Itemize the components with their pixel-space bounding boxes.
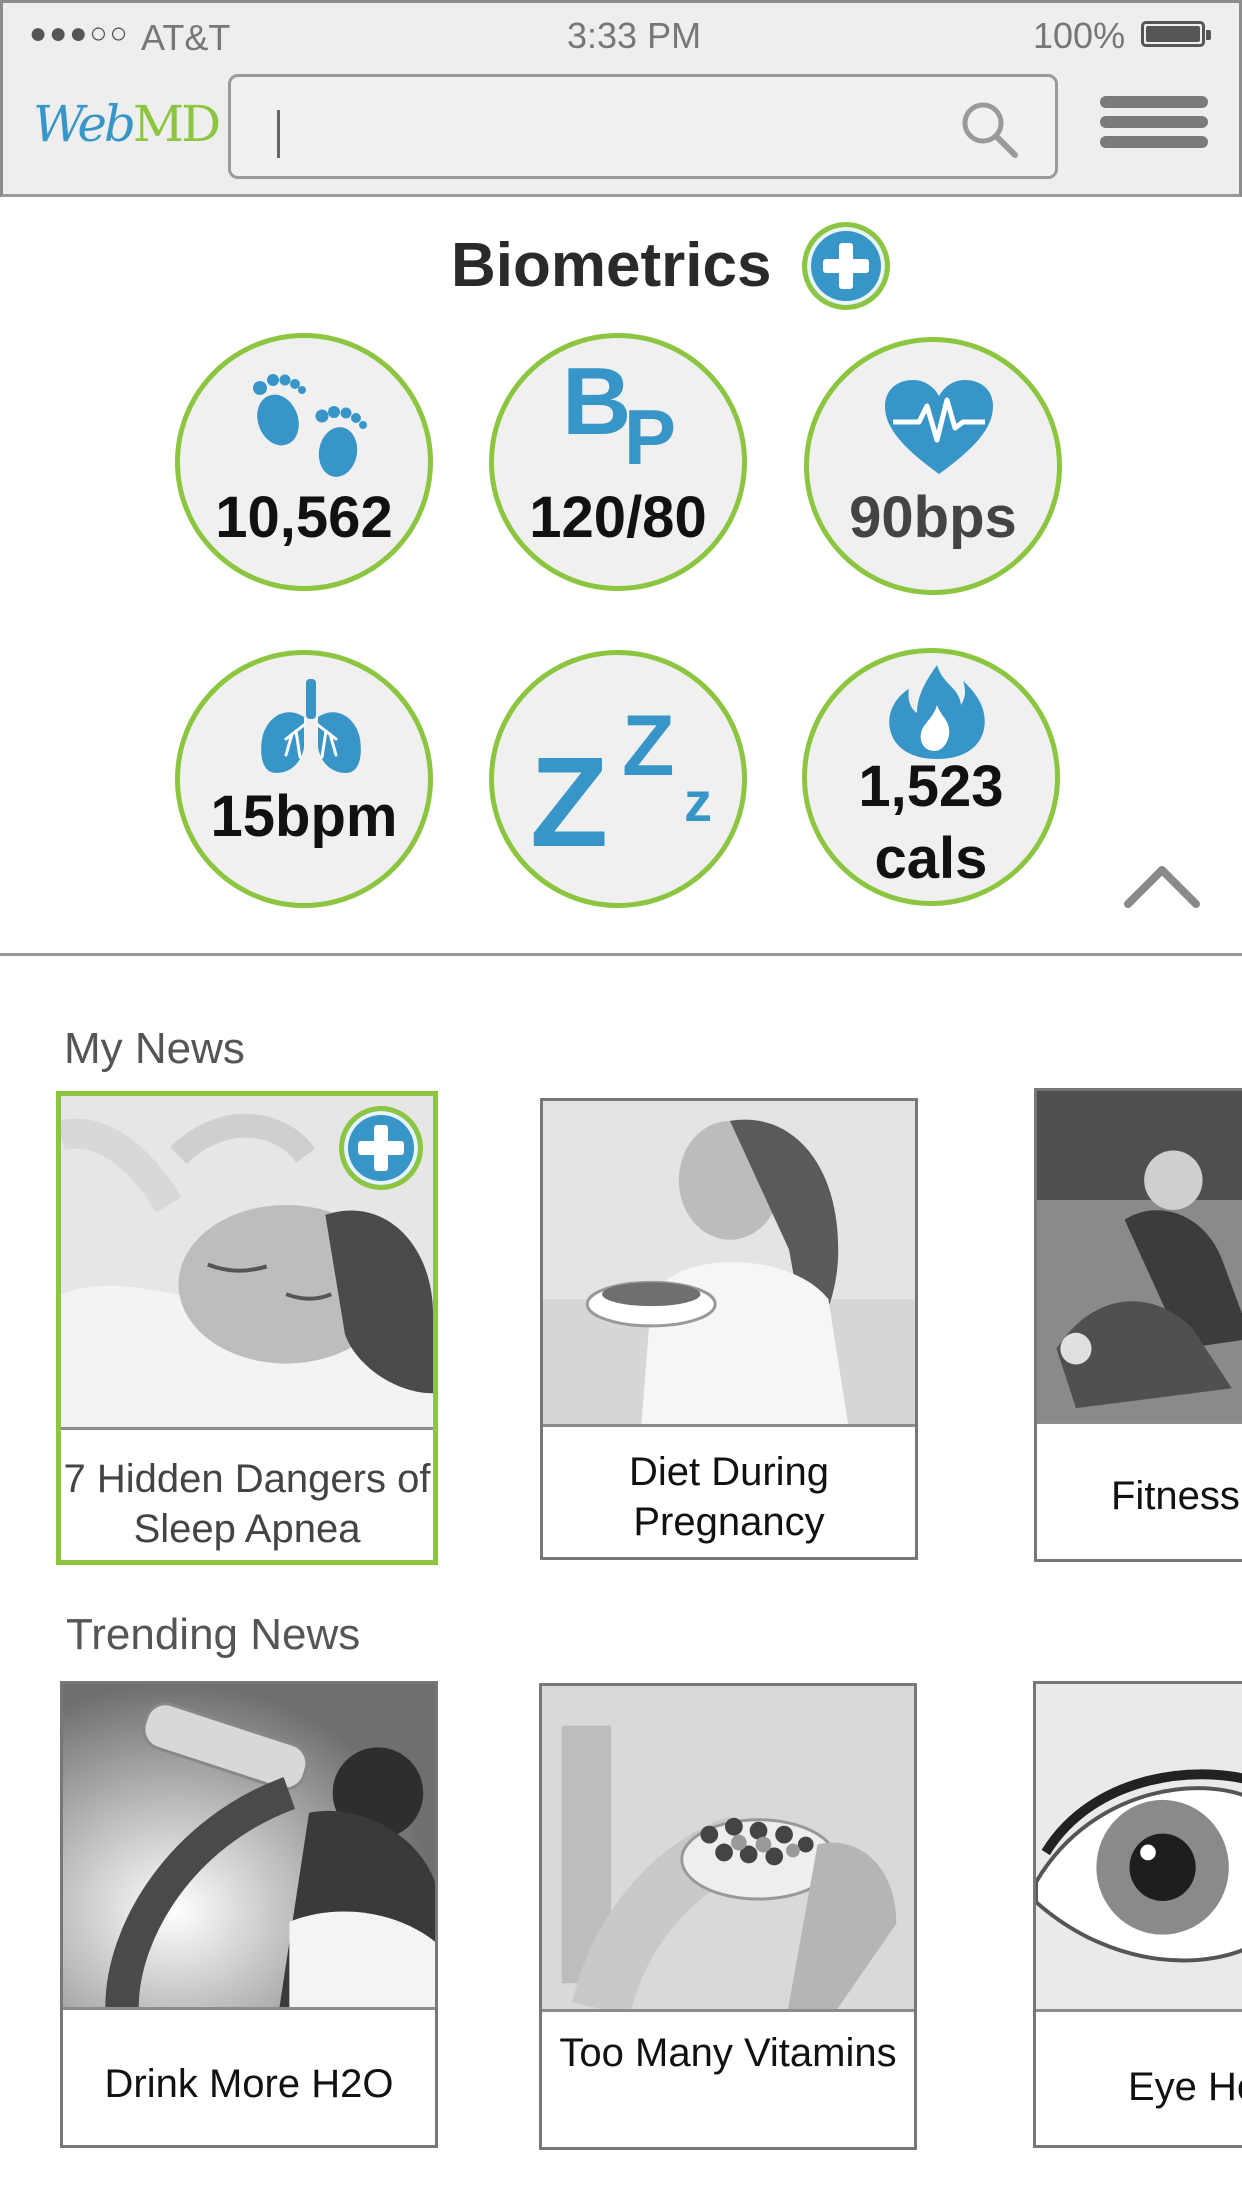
news-image bbox=[63, 1684, 435, 2010]
footprints-icon bbox=[253, 374, 367, 477]
news-card-sleep-apnea[interactable]: 7 Hidden Dangers of Sleep Apnea bbox=[56, 1091, 438, 1565]
my-news-title: My News bbox=[64, 1024, 245, 1073]
trending-news-title: Trending News bbox=[66, 1610, 361, 1659]
news-card-drink-water[interactable]: Drink More H2O bbox=[60, 1681, 438, 2148]
metric-blood-pressure[interactable]: B P 120/80 bbox=[489, 333, 747, 591]
metric-calories[interactable]: 1,523 cals bbox=[802, 648, 1060, 906]
search-icon[interactable] bbox=[957, 97, 1021, 161]
search-input[interactable] bbox=[228, 74, 1058, 179]
news-card-fitness[interactable]: Fitness bbox=[1034, 1088, 1242, 1562]
webmd-logo[interactable]: WebMD bbox=[33, 95, 221, 153]
text-caret bbox=[277, 110, 280, 158]
metric-respiration[interactable]: 15bpm bbox=[175, 650, 433, 908]
flame-icon bbox=[889, 665, 985, 759]
svg-text:B: B bbox=[562, 352, 631, 455]
steps-value: 10,562 bbox=[215, 485, 393, 550]
metric-steps[interactable]: 10,562 bbox=[175, 333, 433, 591]
menu-icon[interactable] bbox=[1100, 96, 1208, 154]
add-news-button[interactable] bbox=[339, 1106, 423, 1190]
news-label: Diet During Pregnancy bbox=[628, 1450, 830, 1544]
news-label: Eye Health bbox=[1128, 2065, 1242, 2109]
section-divider bbox=[0, 953, 1242, 956]
respiration-value: 15bpm bbox=[210, 784, 398, 849]
lungs-icon bbox=[261, 679, 361, 773]
news-image bbox=[543, 1101, 915, 1427]
news-image bbox=[1036, 1684, 1242, 2012]
add-biometric-button[interactable] bbox=[802, 222, 890, 310]
battery-icon bbox=[1141, 21, 1211, 47]
blood-pressure-value: 120/80 bbox=[529, 485, 707, 550]
status-bar: ●●●○○ AT&T 3:33 PM 100% bbox=[3, 3, 1239, 67]
heart-rate-icon bbox=[885, 380, 993, 474]
signal-strength: ●●●○○ bbox=[29, 17, 130, 50]
heart-rate-value: 90bps bbox=[849, 485, 1017, 550]
news-label: Too Many Vitamins bbox=[559, 2031, 897, 2075]
top-bar: ●●●○○ AT&T 3:33 PM 100% WebMD bbox=[0, 0, 1242, 197]
metric-sleep[interactable]: Z Z z bbox=[489, 650, 747, 908]
news-image bbox=[542, 1686, 914, 2012]
news-image bbox=[1037, 1091, 1242, 1424]
news-label: Drink More H2O bbox=[104, 2062, 394, 2106]
news-label: Fitness bbox=[1111, 1474, 1240, 1518]
carrier-name: AT&T bbox=[141, 17, 231, 58]
battery-percent: 100% bbox=[1033, 15, 1126, 56]
status-time: 3:33 PM bbox=[567, 15, 702, 56]
news-card-diet-pregnancy[interactable]: Diet During Pregnancy bbox=[540, 1098, 918, 1560]
svg-text:P: P bbox=[624, 393, 676, 472]
calories-value: 1,523 cals bbox=[858, 754, 1004, 891]
chevron-up-icon[interactable] bbox=[1122, 860, 1202, 910]
news-card-vitamins[interactable]: Too Many Vitamins bbox=[539, 1683, 917, 2150]
news-label: 7 Hidden Dangers of Sleep Apnea bbox=[63, 1457, 431, 1551]
biometrics-title: Biometrics bbox=[451, 231, 772, 300]
news-card-eye[interactable]: Eye Health bbox=[1033, 1681, 1242, 2148]
blood-pressure-icon: B P bbox=[562, 352, 676, 472]
metric-heart-rate[interactable]: 90bps bbox=[804, 337, 1062, 595]
